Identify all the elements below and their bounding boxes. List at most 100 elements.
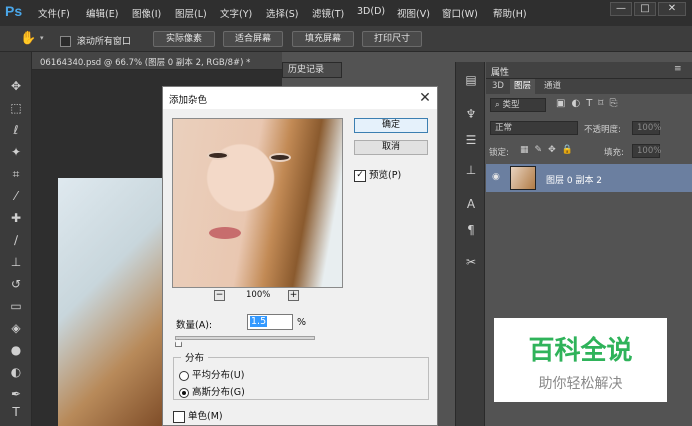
monochromatic-check-box[interactable] [173, 410, 185, 423]
scroll-all-windows-label: 滚动所有窗口 [76, 37, 131, 47]
dodge-tool-icon[interactable]: ◐ [7, 364, 25, 380]
filter-preview[interactable] [172, 118, 343, 288]
amount-label: 数量(A): [176, 320, 213, 331]
menu-3d[interactable]: 3D(D) [357, 6, 385, 17]
clone-source-icon[interactable]: ⊥ [463, 162, 479, 178]
preview-eye-left [207, 151, 229, 160]
move-tool-icon[interactable]: ✥ [7, 78, 25, 94]
gaussian-radio-dot[interactable] [179, 387, 189, 398]
blur-tool-icon[interactable]: ● [7, 342, 25, 358]
menu-type[interactable]: 文字(Y) [220, 6, 252, 20]
watermark: 百科全说 助你轻松解决 [494, 318, 667, 402]
tools-panel: ✥ ⬚ ℓ ✦ ⌗ ⁄ ✚ ∕ ⊥ ↺ ▭ ◈ ● ◐ ✒ T [0, 52, 32, 426]
checkbox-box[interactable] [60, 36, 71, 47]
menu-filter[interactable]: 滤镜(T) [312, 6, 344, 20]
opacity-input[interactable]: 100% [632, 121, 661, 135]
gaussian-radio[interactable]: 高斯分布(G) [179, 384, 245, 398]
history-brush-tool-icon[interactable]: ↺ [7, 276, 25, 292]
tab-channels[interactable]: 通道 [540, 79, 565, 94]
zoom-out-button[interactable]: − [214, 290, 225, 301]
lock-pixels-icon[interactable]: ✎ [535, 145, 549, 155]
cancel-button[interactable]: 取消 [354, 140, 428, 155]
layer-filter-icons[interactable]: ▣◐T⌑⎘ [556, 98, 623, 109]
clone-stamp-tool-icon[interactable]: ⊥ [7, 254, 25, 270]
preview-checkbox[interactable]: ✓ 预览(P) [354, 167, 401, 182]
menu-edit[interactable]: 编辑(E) [86, 6, 118, 20]
filter-adjust-icon[interactable]: ◐ [571, 98, 586, 109]
paint-bucket-tool-icon[interactable]: ◈ [7, 320, 25, 336]
tab-3d[interactable]: 3D [488, 79, 508, 94]
lasso-tool-icon[interactable]: ℓ [7, 122, 25, 138]
visibility-eye-icon[interactable]: ◉ [492, 172, 500, 182]
type-tool-icon[interactable]: T [7, 404, 25, 420]
blend-mode-select[interactable]: 正常 [490, 121, 578, 135]
menu-view[interactable]: 视图(V) [397, 6, 430, 20]
tool-preset-chevron-icon[interactable]: ▾ [40, 34, 44, 42]
lock-position-icon[interactable]: ✥ [548, 145, 562, 155]
zoom-in-button[interactable]: + [288, 290, 299, 301]
amount-slider[interactable] [175, 336, 315, 340]
zoom-level: 100% [246, 290, 271, 300]
lock-icons[interactable]: ▦✎✥🔒 [520, 145, 579, 155]
fit-screen-button[interactable]: 适合屏幕 [223, 31, 283, 47]
print-size-button[interactable]: 打印尺寸 [362, 31, 422, 47]
tab-history[interactable]: 历史记录 [282, 62, 342, 78]
fill-input[interactable]: 100% [632, 144, 661, 158]
gaussian-label: 高斯分布(G) [192, 387, 245, 398]
panel-menu-icon[interactable]: ≡ [674, 64, 682, 74]
amount-input[interactable]: 1.5 [247, 314, 293, 330]
preview-check-icon[interactable]: ✓ [354, 169, 366, 182]
crop-tool-icon[interactable]: ⌗ [7, 166, 25, 182]
filter-type-icon[interactable]: T [586, 98, 598, 109]
eraser-tool-icon[interactable]: ▭ [7, 298, 25, 314]
properties-title[interactable]: 属性 [491, 65, 509, 78]
lock-label: 锁定: [489, 148, 509, 158]
brush-presets-icon[interactable]: ♆ [463, 106, 479, 122]
monochromatic-checkbox[interactable]: 单色(M) [173, 408, 223, 423]
brush-tool-icon[interactable]: ∕ [7, 232, 25, 248]
adjustments-icon[interactable]: ☰ [463, 132, 479, 148]
document-tab[interactable]: 06164340.psd @ 66.7% (图层 0 副本 2, RGB/8#)… [32, 52, 282, 70]
lock-all-icon[interactable]: 🔒 [562, 145, 579, 155]
menu-window[interactable]: 窗口(W) [442, 6, 478, 20]
layer-kind-filter[interactable]: ⌕ 类型 [490, 98, 546, 112]
tools-preset-icon[interactable]: ✂ [463, 254, 479, 270]
fill-screen-button[interactable]: 填充屏幕 [292, 31, 354, 47]
dialog-titlebar[interactable]: 添加杂色 ✕ [163, 87, 437, 109]
menu-select[interactable]: 选择(S) [266, 6, 298, 20]
distribution-title: 分布 [181, 350, 209, 364]
menu-bar: Ps 文件(F) 编辑(E) 图像(I) 图层(L) 文字(Y) 选择(S) 滤… [0, 0, 692, 26]
tab-layers[interactable]: 图层 [510, 79, 536, 94]
uniform-radio[interactable]: 平均分布(U) [179, 367, 244, 381]
layer-name[interactable]: 图层 0 副本 2 [546, 173, 602, 186]
lock-transparent-icon[interactable]: ▦ [520, 145, 535, 155]
amount-unit: % [297, 317, 307, 328]
minimize-button[interactable]: — [610, 2, 632, 16]
ok-button[interactable]: 确定 [354, 118, 428, 133]
magic-wand-tool-icon[interactable]: ✦ [7, 144, 25, 160]
healing-brush-tool-icon[interactable]: ✚ [7, 210, 25, 226]
character-icon[interactable]: A [463, 196, 479, 212]
preview-lips [209, 227, 241, 239]
scroll-all-windows-checkbox[interactable]: 滚动所有窗口 [60, 34, 131, 47]
marquee-tool-icon[interactable]: ⬚ [7, 100, 25, 116]
uniform-radio-dot[interactable] [179, 370, 189, 381]
actual-pixels-button[interactable]: 实际像素 [153, 31, 215, 47]
amount-slider-thumb[interactable] [175, 339, 183, 347]
filter-pixel-icon[interactable]: ▣ [556, 98, 571, 109]
hand-tool-icon[interactable]: ✋ [20, 31, 36, 46]
maximize-button[interactable]: □ [634, 2, 656, 16]
filter-smart-icon[interactable]: ⎘ [609, 98, 623, 109]
paragraph-icon[interactable]: ¶ [463, 222, 479, 238]
eyedropper-tool-icon[interactable]: ⁄ [7, 188, 25, 204]
menu-image[interactable]: 图像(I) [132, 6, 161, 20]
menu-layer[interactable]: 图层(L) [175, 6, 207, 20]
menu-help[interactable]: 帮助(H) [493, 6, 527, 20]
close-window-button[interactable]: ✕ [658, 2, 686, 16]
menu-file[interactable]: 文件(F) [38, 6, 70, 20]
histogram-icon[interactable]: ▤ [463, 72, 479, 88]
pen-tool-icon[interactable]: ✒ [7, 386, 25, 402]
close-icon[interactable]: ✕ [415, 89, 435, 107]
layer-row[interactable]: ◉ 图层 0 副本 2 [486, 164, 692, 192]
filter-shape-icon[interactable]: ⌑ [598, 98, 609, 109]
